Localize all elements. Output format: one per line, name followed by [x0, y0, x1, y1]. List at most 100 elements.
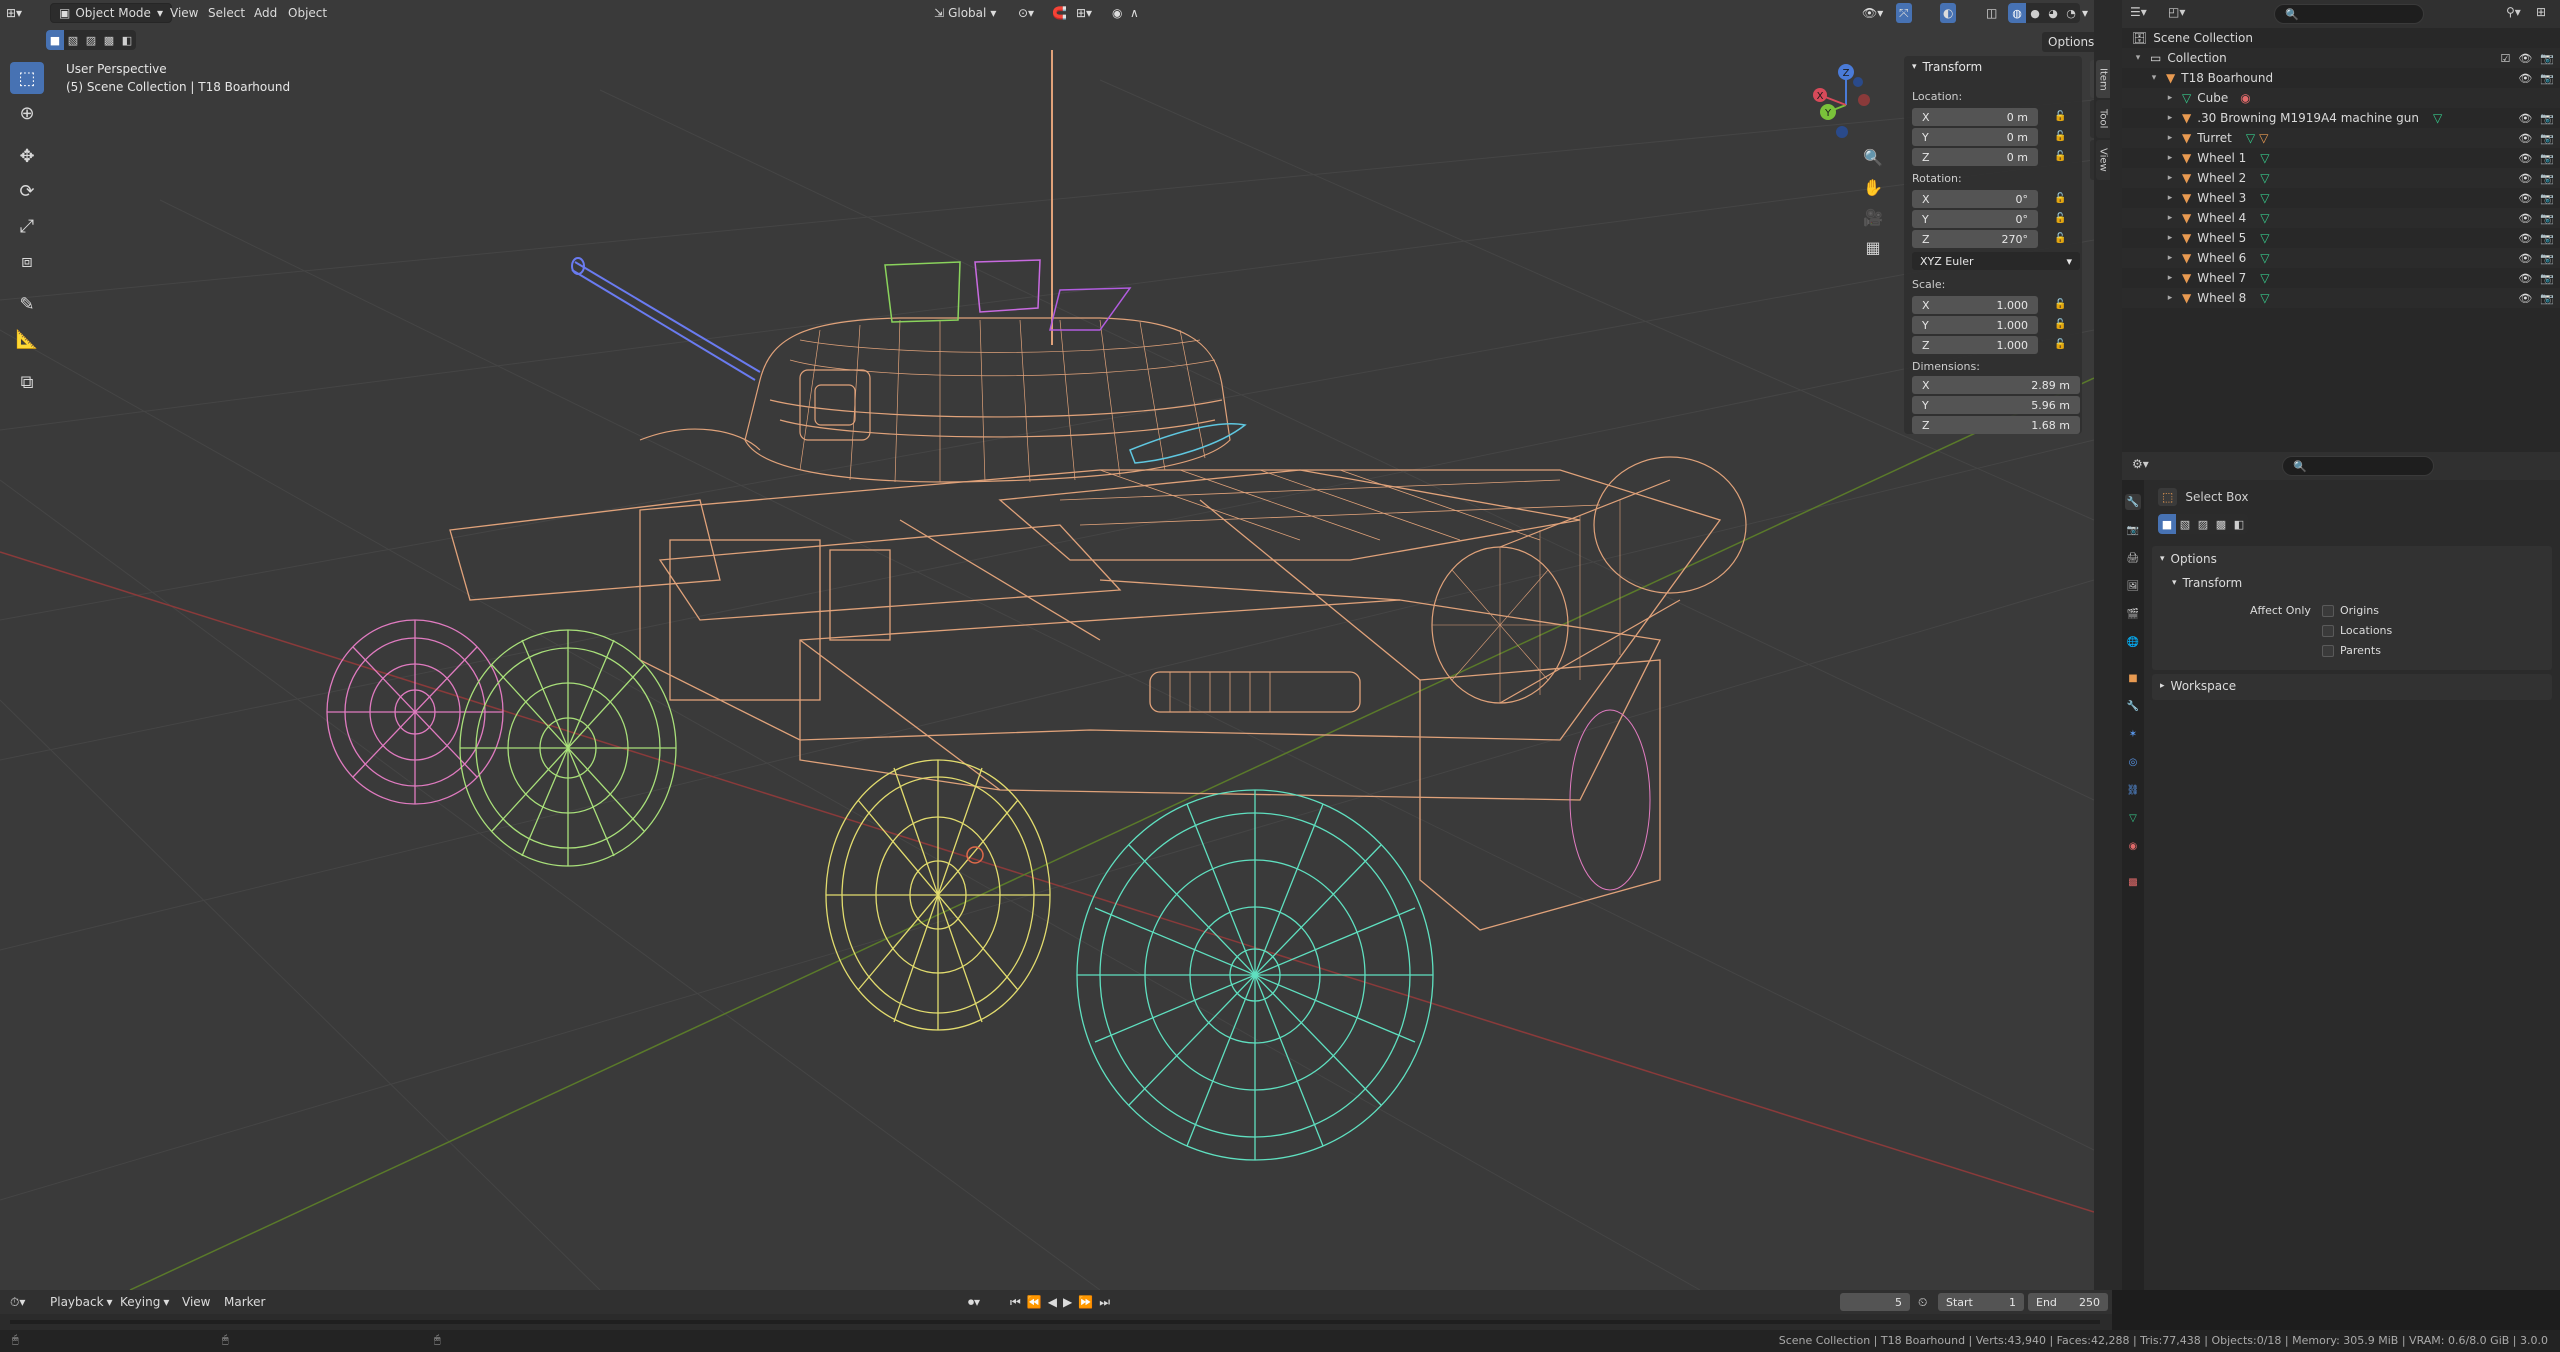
locations-checkbox[interactable]: Locations	[2322, 624, 2392, 637]
outliner-row-wheel-6[interactable]: ▸ ▼ Wheel 6 ▽ 👁 📷	[2122, 248, 2560, 268]
record-icon[interactable]: ⏺▾	[968, 1293, 980, 1311]
mesh-data-icon[interactable]: ▽	[2125, 810, 2141, 826]
outliner-row-wheel-8[interactable]: ▸ ▼ Wheel 8 ▽ 👁 📷	[2122, 288, 2560, 308]
camera-icon[interactable]: 🎥	[1862, 206, 1884, 228]
camera-icon[interactable]: 📷	[2540, 172, 2554, 185]
lock-icon[interactable]: 🔓	[2054, 233, 2066, 245]
gizmo-toggle-icon[interactable]: ⤧	[1896, 3, 1912, 23]
particles-icon[interactable]: ✶	[2125, 726, 2141, 742]
selection-mode-toggle[interactable]: ■ ▧ ▨ ▩ ◧	[2158, 514, 2248, 534]
editor-type-icon[interactable]: ⏱▾	[10, 1293, 25, 1311]
eye-icon[interactable]: 👁	[2518, 72, 2532, 85]
lock-icon[interactable]: 🔓	[2054, 193, 2066, 205]
camera-icon[interactable]: 📷	[2540, 152, 2554, 165]
camera-icon[interactable]: 📷	[2540, 252, 2554, 265]
eye-icon[interactable]: 👁	[2518, 272, 2532, 285]
camera-icon[interactable]: 📷	[2540, 232, 2554, 245]
move-icon[interactable]: ✥	[10, 140, 44, 172]
outliner-row-wheel-4[interactable]: ▸ ▼ Wheel 4 ▽ 👁 📷	[2122, 208, 2560, 228]
camera-icon[interactable]: 📷	[2540, 292, 2554, 305]
outliner-row-wheel-5[interactable]: ▸ ▼ Wheel 5 ▽ 👁 📷	[2122, 228, 2560, 248]
mode-select[interactable]: ▣ Object Mode ▾	[50, 3, 172, 23]
orientation-select[interactable]: ⇲ Global ▾	[934, 3, 996, 23]
grid-icon[interactable]: ▦	[1862, 236, 1884, 258]
chevron-right-icon[interactable]: ▸	[2164, 293, 2176, 303]
eye-icon[interactable]: 👁	[2518, 252, 2532, 265]
annotate-icon[interactable]: ✎	[10, 288, 44, 320]
menu-playback[interactable]: Playback ▾	[50, 1293, 113, 1311]
outliner-row-collection[interactable]: ▾ ▭ Collection ☑ 👁 📷	[2122, 48, 2560, 68]
lock-icon[interactable]: 🔓	[2054, 299, 2066, 311]
scale-y-field[interactable]: Y 1.000	[1912, 316, 2038, 334]
chevron-down-icon[interactable]: ▾	[2132, 53, 2144, 63]
eye-icon[interactable]: 👁	[2518, 292, 2532, 305]
editor-type-icon[interactable]: ⚙▾	[2132, 457, 2149, 471]
zoom-icon[interactable]: 🔍	[1862, 146, 1884, 168]
rotation-y-field[interactable]: Y 0°	[1912, 210, 2038, 228]
snap-target-icon[interactable]: ⊞▾	[1076, 3, 1092, 23]
select-intersect-icon[interactable]: ◧	[118, 30, 136, 50]
chevron-right-icon[interactable]: ▸	[2164, 113, 2176, 123]
physics-icon[interactable]: ◎	[2125, 754, 2141, 770]
navigation-gizmo[interactable]: Z Y X	[1806, 60, 1886, 150]
filter-icon[interactable]: ⚲▾	[2506, 5, 2521, 19]
lock-icon[interactable]: 🔓	[2054, 339, 2066, 351]
camera-icon[interactable]: 📷	[2540, 272, 2554, 285]
select-extend-icon[interactable]: ▧	[64, 30, 82, 50]
wireframe-shading-icon[interactable]: ◍	[2008, 3, 2026, 23]
lock-icon[interactable]: 🔓	[2054, 111, 2066, 123]
outliner-row-machine-gun[interactable]: ▸ ▼ .30 Browning M1919A4 machine gun ▽ 👁…	[2122, 108, 2560, 128]
properties-search-input[interactable]: 🔍	[2282, 456, 2434, 476]
proportional-edit-icon[interactable]: ◉	[1112, 3, 1122, 23]
visibility-icon[interactable]: 👁▾	[1862, 3, 1883, 23]
scale-icon[interactable]: ⤢	[10, 210, 44, 242]
start-frame-field[interactable]: Start 1	[1938, 1293, 2024, 1311]
eye-icon[interactable]: 👁	[2518, 172, 2532, 185]
chevron-down-icon[interactable]: ▾	[2148, 73, 2160, 83]
select-extend-icon[interactable]: ▧	[2176, 514, 2194, 534]
eye-icon[interactable]: 👁	[2518, 112, 2532, 125]
material-shading-icon[interactable]: ◕	[2044, 3, 2062, 23]
location-x-field[interactable]: X 0 m	[1912, 108, 2038, 126]
next-keyframe-icon[interactable]: ⏩	[1078, 1295, 1093, 1309]
lock-icon[interactable]: 🔓	[2054, 319, 2066, 331]
lock-icon[interactable]: 🔓	[2054, 151, 2066, 163]
timeline-scrubber[interactable]	[10, 1320, 2100, 1324]
scale-x-field[interactable]: X 1.000	[1912, 296, 2038, 314]
view-layer-icon[interactable]: 🖼	[2125, 578, 2141, 594]
chevron-right-icon[interactable]: ▸	[2164, 233, 2176, 243]
prev-keyframe-icon[interactable]: ⏪	[1027, 1295, 1042, 1309]
display-mode-icon[interactable]: ◰▾	[2168, 5, 2185, 19]
eye-icon[interactable]: 👁	[2518, 152, 2532, 165]
camera-icon[interactable]: 📷	[2540, 192, 2554, 205]
select-invert-icon[interactable]: ▩	[2212, 514, 2230, 534]
panel-header[interactable]: ▾ Transform	[1904, 56, 2082, 78]
falloff-icon[interactable]: ∧	[1130, 3, 1139, 23]
checkbox[interactable]	[2322, 604, 2334, 617]
texture-icon[interactable]: ▩	[2125, 874, 2141, 890]
tab-view[interactable]: View	[2096, 140, 2110, 180]
menu-view[interactable]: View	[182, 1293, 210, 1311]
select-box-icon[interactable]: ⬚	[10, 62, 44, 94]
jump-start-icon[interactable]: ⏮	[1010, 1295, 1021, 1310]
lock-icon[interactable]: 🔓	[2054, 213, 2066, 225]
snap-icon[interactable]: 🧲	[1052, 3, 1067, 23]
3d-viewport[interactable]: ⊞▾ ▣ Object Mode ▾ View Select Add Objec…	[0, 0, 2094, 1290]
modifier-wrench-icon[interactable]: 🔧	[2125, 698, 2141, 714]
chevron-right-icon[interactable]: ▸	[2164, 93, 2176, 103]
eye-icon[interactable]: 👁	[2518, 192, 2532, 205]
world-icon[interactable]: 🌐	[2125, 634, 2141, 650]
chevron-right-icon[interactable]: ▸	[2164, 173, 2176, 183]
outliner-row-scene-collection[interactable]: 🗄 Scene Collection	[2122, 28, 2560, 48]
chevron-right-icon[interactable]: ▸	[2164, 213, 2176, 223]
select-invert-icon[interactable]: ▩	[100, 30, 118, 50]
scene-icon[interactable]: 🎬	[2125, 606, 2141, 622]
cursor-icon[interactable]: ⊕	[10, 97, 44, 129]
select-new-icon[interactable]: ■	[46, 30, 64, 50]
menu-marker[interactable]: Marker	[224, 1293, 265, 1311]
menu-object[interactable]: Object	[280, 3, 335, 23]
play-icon[interactable]: ▶	[1063, 1295, 1072, 1309]
outliner-row-wheel-3[interactable]: ▸ ▼ Wheel 3 ▽ 👁 📷	[2122, 188, 2560, 208]
dimensions-z-field[interactable]: Z 1.68 m	[1912, 416, 2080, 434]
rotation-z-field[interactable]: Z 270°	[1912, 230, 2038, 248]
